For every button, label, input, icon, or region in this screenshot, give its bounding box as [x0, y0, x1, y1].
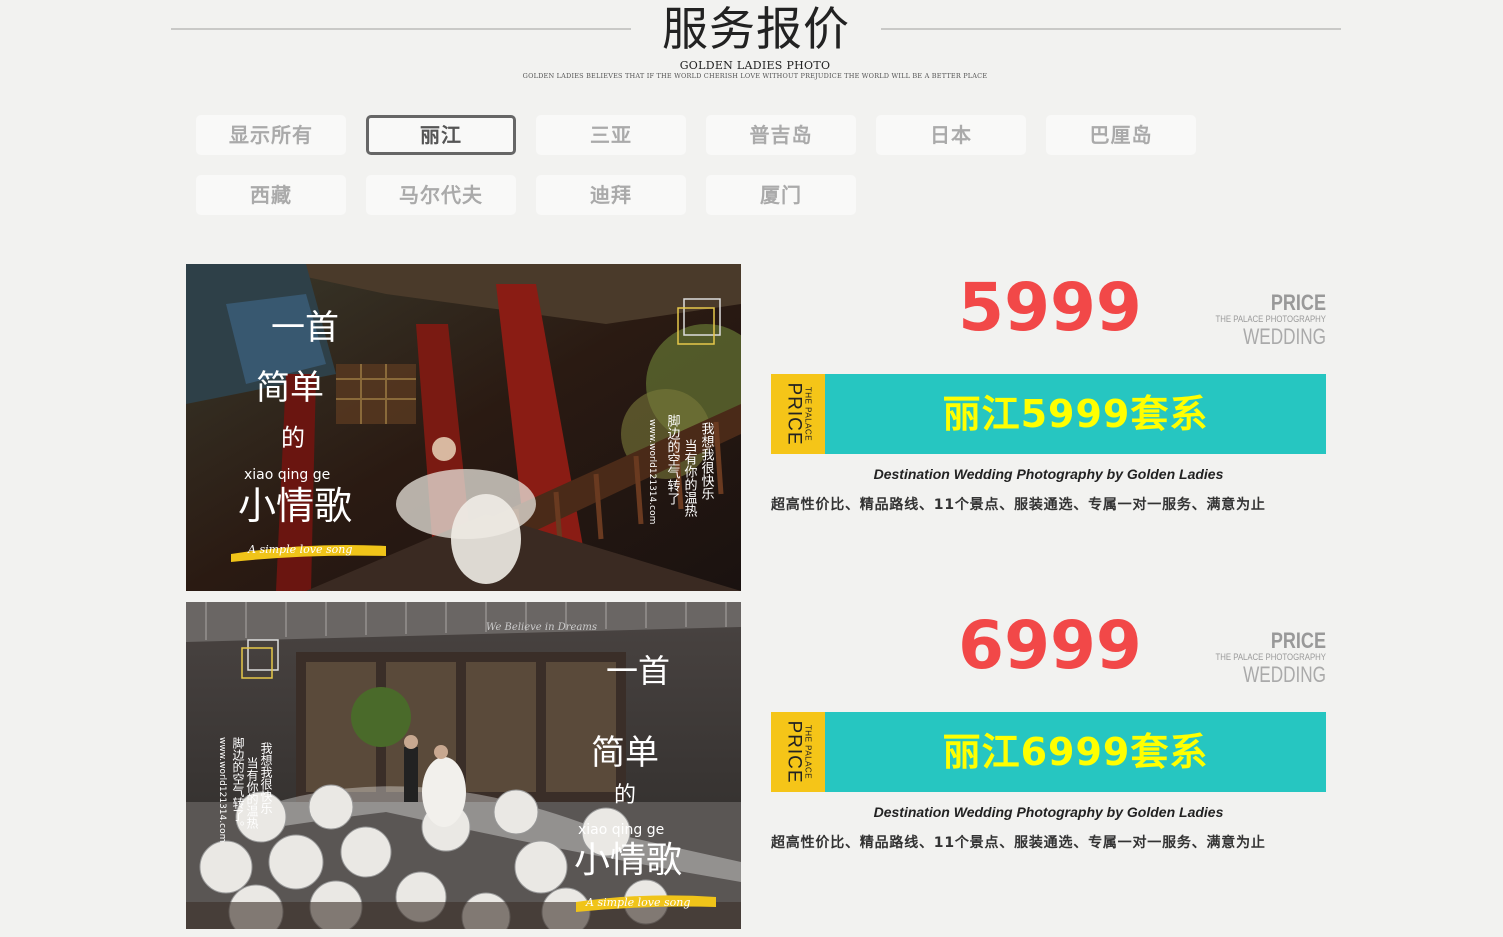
- side-small-text: THE PALACE: [803, 724, 813, 780]
- filter-japan[interactable]: 日本: [876, 115, 1026, 155]
- header-divider-right: [881, 28, 1341, 30]
- price-badge: PRICE THE PALACE PHOTOGRAPHY WEDDING: [1180, 629, 1326, 687]
- filter-lijiang[interactable]: 丽江: [366, 115, 516, 155]
- photo-song: A simple love song: [247, 543, 352, 556]
- photo-lyric-1: 我想我很快乐: [699, 422, 715, 500]
- price-badge: PRICE THE PALACE PHOTOGRAPHY WEDDING: [1180, 291, 1326, 349]
- filter-sanya[interactable]: 三亚: [536, 115, 686, 155]
- photo-url: www.world121314.com: [647, 419, 657, 524]
- photo-title-2: 简单: [591, 733, 659, 773]
- price-badge-line3: WEDDING: [1243, 324, 1326, 349]
- package-tagline: Destination Wedding Photography by Golde…: [873, 804, 1224, 820]
- photo-url: www.world121314.com: [217, 737, 227, 842]
- price-badge-line1: PRICE: [1270, 628, 1326, 653]
- package-tagline: Destination Wedding Photography by Golde…: [873, 466, 1224, 482]
- banner-side-tab: THE PALACE PRICE: [771, 374, 825, 454]
- price-badge-line3: WEDDING: [1243, 662, 1326, 687]
- photo-title-4: 小情歌: [238, 484, 352, 528]
- header-divider-left: [171, 28, 631, 30]
- package-description: 超高性价比、精品路线、11个景点、服装通选、专属一对一服务、满意为止: [771, 835, 1266, 851]
- page-title: 服务报价: [662, 2, 850, 56]
- package-photo-2[interactable]: We Believe in Dreams 一首 简单 的 xiao qing g…: [186, 602, 741, 929]
- filter-xiamen[interactable]: 厦门: [706, 175, 856, 215]
- photo-lyric-3: 脚边的空气转了: [665, 413, 681, 505]
- photo-pinyin: xiao qing ge: [578, 822, 664, 838]
- photo-lyric-3: 脚边的空气转了。: [231, 736, 245, 833]
- photo-title-3: 的: [281, 424, 305, 452]
- photo-song: A simple love song: [585, 896, 690, 909]
- photo-pinyin: xiao qing ge: [244, 467, 330, 483]
- banner-side-tab: THE PALACE PRICE: [771, 712, 825, 792]
- brand-tagline: GOLDEN LADIES BELIEVES THAT IF THE WORLD…: [522, 72, 988, 80]
- side-big-text: PRICE: [783, 382, 805, 446]
- package-description: 超高性价比、精品路线、11个景点、服装通选、专属一对一服务、满意为止: [771, 497, 1266, 513]
- filter-all[interactable]: 显示所有: [196, 115, 346, 155]
- photo-title-1: 一首: [271, 308, 339, 348]
- package-name: 丽江6999套系: [942, 730, 1209, 774]
- photo-title-3: 的: [614, 783, 636, 808]
- photo-lyric-1: 我想我很快乐: [259, 742, 273, 814]
- package-banner[interactable]: THE PALACE PRICE 丽江5999套系: [771, 374, 1326, 454]
- photo-lyric-2: 当有你的温热: [245, 757, 259, 830]
- photo-title-2: 简单: [256, 368, 324, 408]
- brand-subtitle: GOLDEN LADIES PHOTO: [679, 59, 831, 72]
- photo-title-1: 一首: [606, 652, 670, 690]
- package-banner[interactable]: THE PALACE PRICE 丽江6999套系: [771, 712, 1326, 792]
- package-price: 6999: [958, 607, 1142, 684]
- photo-title-4: 小情歌: [574, 840, 682, 881]
- price-badge-line1: PRICE: [1270, 290, 1326, 315]
- package-price: 5999: [958, 269, 1142, 346]
- package-name: 丽江5999套系: [942, 392, 1209, 436]
- photo-lyric-2: 当有你的温热: [682, 439, 698, 517]
- filter-bali[interactable]: 巴厘岛: [1046, 115, 1196, 155]
- photo-sign: We Believe in Dreams: [486, 622, 597, 633]
- side-big-text: PRICE: [783, 720, 805, 784]
- filter-maldives[interactable]: 马尔代夫: [366, 175, 516, 215]
- filter-dubai[interactable]: 迪拜: [536, 175, 686, 215]
- filter-tibet[interactable]: 西藏: [196, 175, 346, 215]
- package-photo-1[interactable]: 一首 简单 的 xiao qing ge 小情歌 A simple love s…: [186, 264, 741, 591]
- side-small-text: THE PALACE: [803, 386, 813, 442]
- filter-phuket[interactable]: 普吉岛: [706, 115, 856, 155]
